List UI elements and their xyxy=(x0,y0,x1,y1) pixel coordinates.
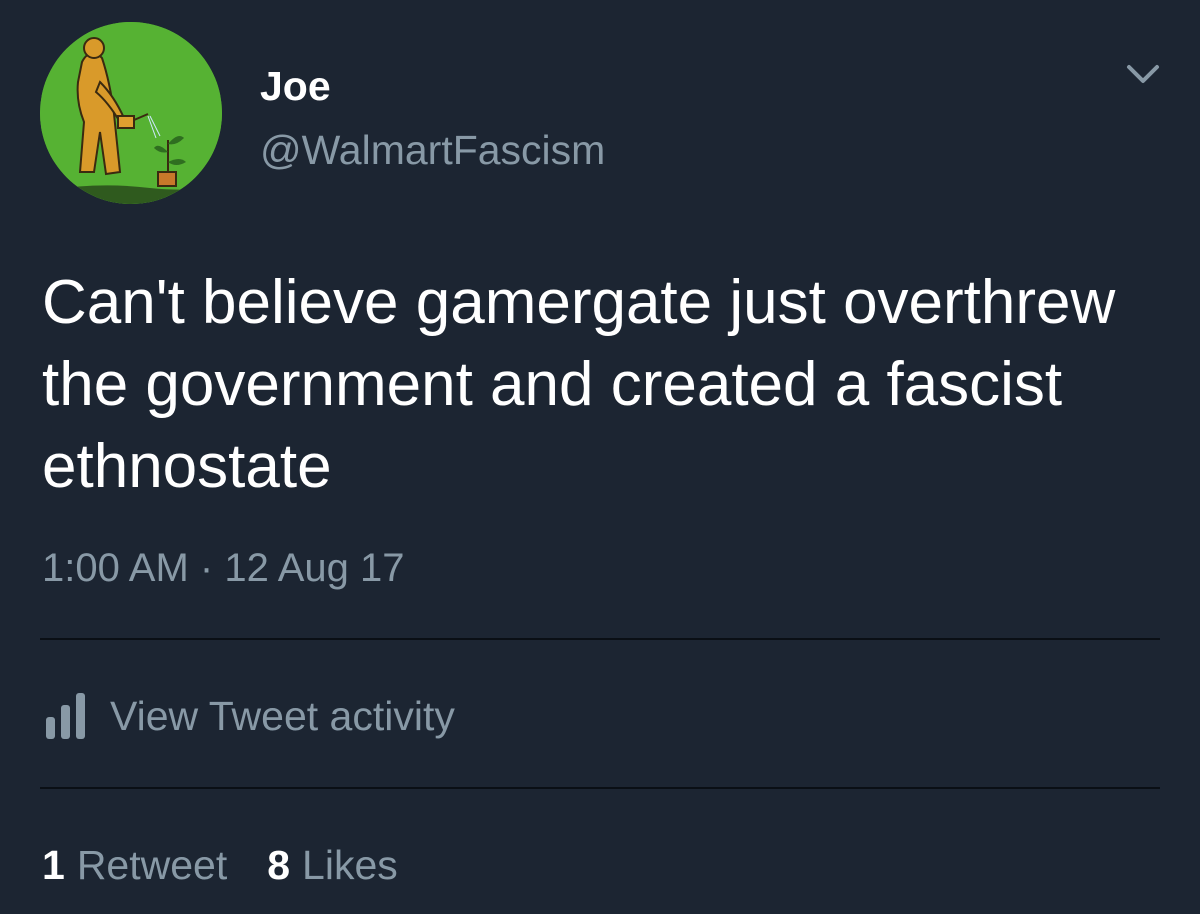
view-tweet-activity-button[interactable]: View Tweet activity xyxy=(42,688,455,744)
retweet-count: 1 xyxy=(42,842,65,888)
tweet-text: Can't believe gamergate just overthrew t… xyxy=(42,268,1116,501)
man-watering-plant-avatar-icon xyxy=(40,22,222,204)
like-label: Likes xyxy=(302,842,398,888)
chevron-down-icon[interactable] xyxy=(1122,56,1164,92)
bar-chart-icon xyxy=(46,693,85,739)
tweet-stats: 1 Retweet 8 Likes xyxy=(42,835,398,895)
tweet-date: 12 Aug 17 xyxy=(224,546,405,590)
timestamp-separator: · xyxy=(199,546,214,590)
retweet-label: Retweet xyxy=(76,842,228,888)
divider xyxy=(40,787,1160,789)
tweet-timestamp[interactable]: 1:00 AM · 12 Aug 17 xyxy=(42,540,405,596)
tweet-card: Joe @WalmartFascism Can't believe gamerg… xyxy=(0,0,1200,914)
tweet-time: 1:00 AM xyxy=(42,546,189,590)
divider xyxy=(40,638,1160,640)
likes-stat[interactable]: 8 Likes xyxy=(267,835,398,895)
user-handle[interactable]: @WalmartFascism xyxy=(260,124,605,176)
retweets-stat[interactable]: 1 Retweet xyxy=(42,835,227,895)
avatar[interactable] xyxy=(40,22,222,204)
activity-label: View Tweet activity xyxy=(110,693,455,739)
like-count: 8 xyxy=(267,842,291,888)
display-name[interactable]: Joe xyxy=(260,62,331,110)
